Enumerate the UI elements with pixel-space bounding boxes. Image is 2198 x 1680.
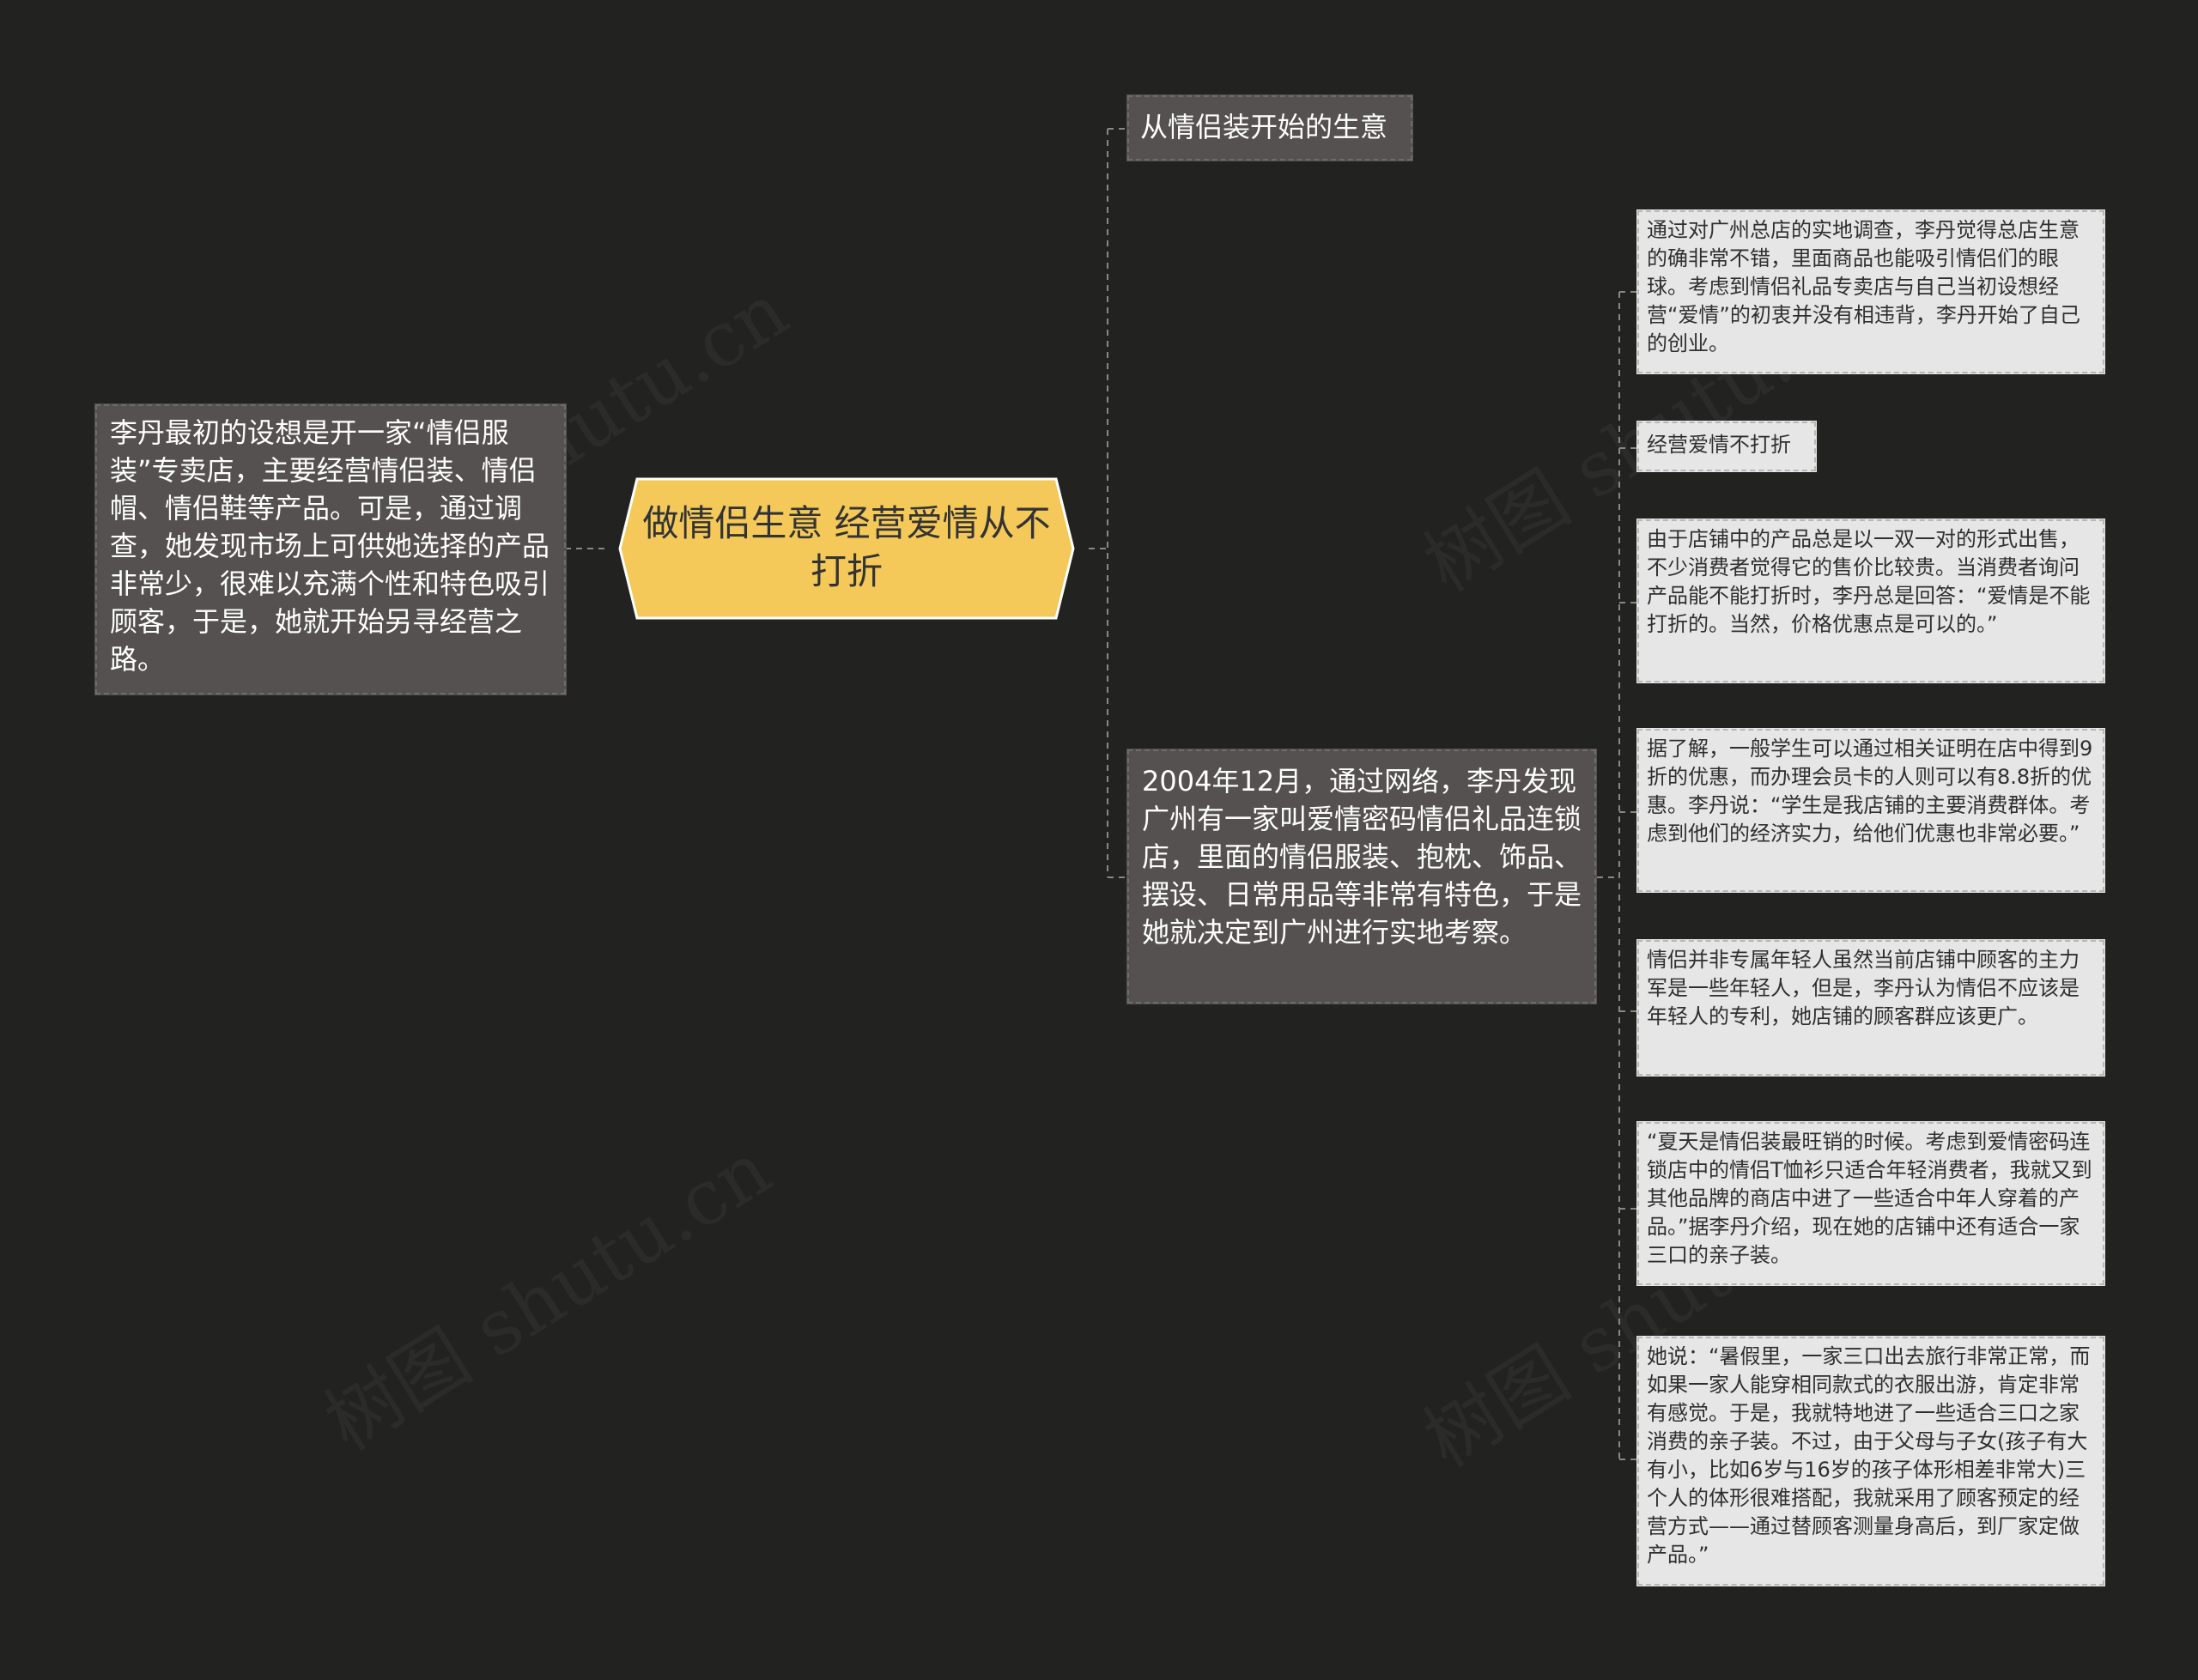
detail-node-1[interactable]: 通过对广州总店的实地调查，李丹觉得总店生意的确非常不错，里面商品也能吸引情侣们的… bbox=[1636, 209, 2105, 374]
detail-node-4[interactable]: 据了解，一般学生可以通过相关证明在店中得到9折的优惠，而办理会员卡的人则可以有8… bbox=[1636, 728, 2105, 893]
left-branch-node[interactable]: 李丹最初的设想是开一家“情侣服装”专卖店，主要经营情侣装、情侣帽、情侣鞋等产品。… bbox=[94, 403, 567, 695]
detail-node-7[interactable]: 她说：“暑假里，一家三口出去旅行非常正常，而如果一家人能穿相同款式的衣服出游，肯… bbox=[1636, 1336, 2105, 1586]
root-node[interactable]: 做情侣生意 经营爱情从不打折 bbox=[604, 476, 1089, 622]
root-title: 做情侣生意 经营爱情从不打折 bbox=[642, 502, 1051, 592]
detail-node-2[interactable]: 经营爱情不打折 bbox=[1636, 421, 1817, 472]
right-branch-node-2[interactable]: 2004年12月，通过网络，李丹发现广州有一家叫爱情密码情侣礼品连锁店，里面的情… bbox=[1126, 749, 1597, 1004]
mindmap-canvas: 树图 shutu.cn 树图 shutu.cn 树图 shutu.cn 树图 s… bbox=[0, 0, 2198, 1680]
detail-node-3[interactable]: 由于店铺中的产品总是以一双一对的形式出售，不少消费者觉得它的售价比较贵。当消费者… bbox=[1636, 519, 2105, 683]
detail-node-5[interactable]: 情侣并非专属年轻人虽然当前店铺中顾客的主力军是一些年轻人，但是，李丹认为情侣不应… bbox=[1636, 939, 2105, 1077]
right-branch-node-1[interactable]: 从情侣装开始的生意 bbox=[1126, 94, 1413, 161]
detail-node-6[interactable]: “夏天是情侣装最旺销的时候。考虑到爱情密码连锁店中的情侣T恤衫只适合年轻消费者，… bbox=[1636, 1121, 2105, 1286]
